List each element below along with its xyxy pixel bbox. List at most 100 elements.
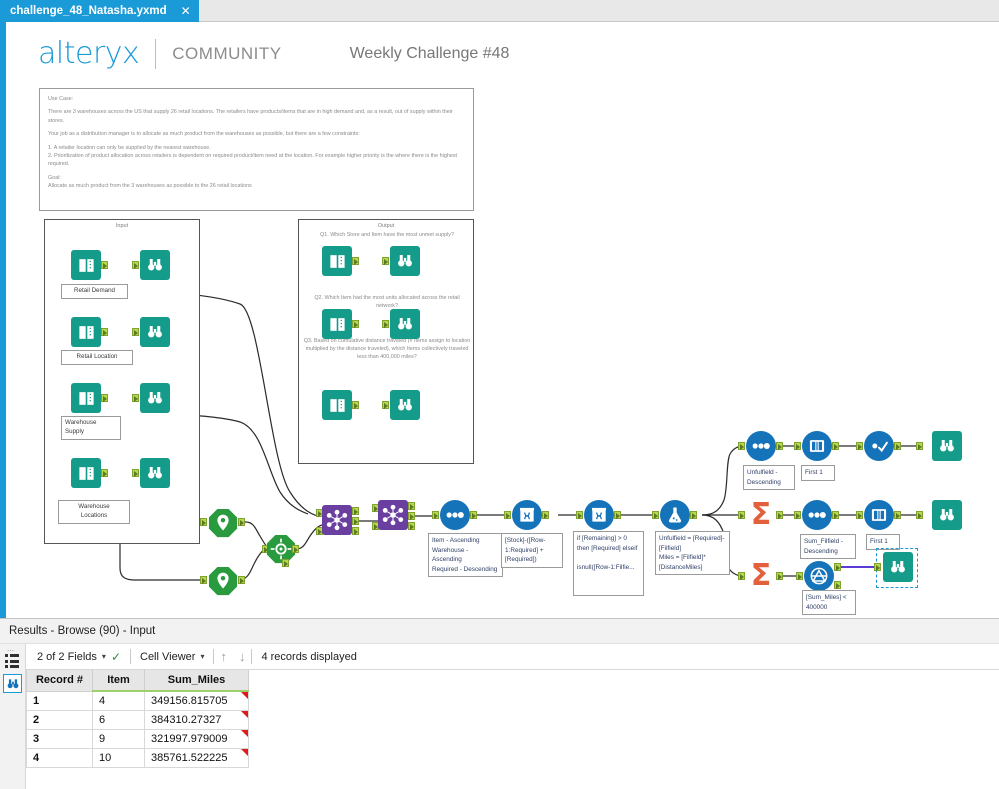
column-header-sum-miles[interactable]: Sum_Miles bbox=[145, 670, 249, 691]
tab-workflow[interactable]: challenge_48_Natasha.yxmd ✕ bbox=[0, 0, 199, 22]
output-port[interactable] bbox=[470, 511, 477, 519]
arrow-up-icon[interactable]: ↑ bbox=[214, 649, 233, 664]
sample-tool-2[interactable] bbox=[864, 500, 894, 530]
select-tool[interactable] bbox=[864, 431, 894, 461]
output-port-secondary[interactable] bbox=[282, 559, 289, 567]
input-port[interactable] bbox=[874, 563, 881, 571]
create-points-tool-1[interactable] bbox=[208, 508, 238, 543]
multi-row-formula-tool-1[interactable] bbox=[512, 500, 542, 530]
output-port[interactable] bbox=[832, 442, 839, 450]
output-input-tool-q3[interactable] bbox=[322, 390, 352, 420]
create-points-tool-2[interactable] bbox=[208, 566, 238, 601]
close-icon[interactable]: ✕ bbox=[181, 4, 191, 18]
input-port[interactable] bbox=[738, 442, 745, 450]
workflow-canvas[interactable]: alteryx COMMUNITY Weekly Challenge #48 U… bbox=[0, 22, 999, 618]
chevron-down-icon[interactable]: ▾ bbox=[200, 652, 204, 661]
output-port[interactable] bbox=[101, 394, 108, 402]
multi-row-formula-tool-2[interactable] bbox=[584, 500, 614, 530]
output-browse-tool-q3[interactable] bbox=[390, 390, 420, 420]
input-port[interactable] bbox=[132, 261, 139, 269]
output-port-left[interactable] bbox=[352, 507, 359, 515]
table-row[interactable]: 3 9 321997.979009 bbox=[27, 729, 249, 748]
output-port[interactable] bbox=[101, 328, 108, 336]
column-header-item[interactable]: Item bbox=[93, 670, 145, 691]
input-container[interactable]: Input bbox=[44, 219, 200, 544]
browse-tool-q3-result-selected[interactable] bbox=[883, 552, 913, 582]
output-input-tool-q1[interactable] bbox=[322, 246, 352, 276]
output-port[interactable] bbox=[352, 257, 359, 265]
input-port[interactable] bbox=[504, 511, 511, 519]
list-view-icon[interactable] bbox=[5, 654, 21, 668]
output-port-right[interactable] bbox=[408, 522, 415, 530]
input-port[interactable] bbox=[856, 511, 863, 519]
input-port[interactable] bbox=[382, 257, 389, 265]
sort-tool-unfulfield[interactable] bbox=[746, 431, 776, 461]
output-port-right[interactable] bbox=[352, 527, 359, 535]
sample-tool-1[interactable] bbox=[802, 431, 832, 461]
output-port[interactable] bbox=[542, 511, 549, 519]
output-port-true[interactable] bbox=[834, 563, 841, 571]
input-port[interactable] bbox=[794, 442, 801, 450]
table-row[interactable]: 4 10 385761.522225 bbox=[27, 748, 249, 767]
input-tool-retail-location[interactable] bbox=[71, 317, 101, 347]
input-port[interactable] bbox=[432, 511, 439, 519]
input-port[interactable] bbox=[856, 442, 863, 450]
input-port[interactable] bbox=[132, 328, 139, 336]
input-port[interactable] bbox=[652, 511, 659, 519]
output-port[interactable] bbox=[292, 545, 299, 553]
input-port[interactable] bbox=[200, 518, 207, 526]
output-port-false[interactable] bbox=[834, 581, 841, 589]
browse-tool-q1-result[interactable] bbox=[932, 431, 962, 461]
filter-tool[interactable] bbox=[804, 561, 834, 591]
input-port[interactable] bbox=[796, 572, 803, 580]
input-port[interactable] bbox=[132, 469, 139, 477]
browse-results-icon[interactable] bbox=[3, 674, 22, 693]
output-port[interactable] bbox=[352, 320, 359, 328]
output-port[interactable] bbox=[238, 518, 245, 526]
input-tool-warehouse-supply[interactable] bbox=[71, 383, 101, 413]
browse-tool-warehouse-supply[interactable] bbox=[140, 383, 170, 413]
table-row[interactable]: 1 4 349156.815705 bbox=[27, 691, 249, 710]
fields-selector[interactable]: 2 of 2 Fields ▾ ✓ bbox=[28, 650, 130, 664]
input-port[interactable] bbox=[132, 394, 139, 402]
browse-tool-retail-location[interactable] bbox=[140, 317, 170, 347]
input-port[interactable] bbox=[794, 511, 801, 519]
summarize-tool-2[interactable]: Σ bbox=[746, 561, 776, 591]
sort-tool-sum-filfield[interactable] bbox=[802, 500, 832, 530]
input-port[interactable] bbox=[738, 511, 745, 519]
input-tool-retail-demand[interactable] bbox=[71, 250, 101, 280]
input-port[interactable] bbox=[200, 576, 207, 584]
check-icon[interactable]: ✓ bbox=[111, 650, 121, 664]
results-table[interactable]: Record # Item Sum_Miles 1 4 349156.81570… bbox=[26, 670, 249, 768]
browse-tool-q2-result[interactable] bbox=[932, 500, 962, 530]
table-row[interactable]: 2 6 384310.27327 bbox=[27, 710, 249, 729]
browse-tool-retail-demand[interactable] bbox=[140, 250, 170, 280]
input-port[interactable] bbox=[382, 401, 389, 409]
arrow-down-icon[interactable]: ↓ bbox=[233, 649, 252, 664]
input-tool-warehouse-locations[interactable] bbox=[71, 458, 101, 488]
output-port[interactable] bbox=[894, 511, 901, 519]
output-port[interactable] bbox=[894, 442, 901, 450]
output-port[interactable] bbox=[238, 576, 245, 584]
output-port[interactable] bbox=[776, 572, 783, 580]
join-tool-2[interactable] bbox=[378, 500, 408, 530]
output-port[interactable] bbox=[690, 511, 697, 519]
output-port[interactable] bbox=[776, 442, 783, 450]
output-port-join[interactable] bbox=[352, 517, 359, 525]
input-port[interactable] bbox=[382, 320, 389, 328]
output-port[interactable] bbox=[832, 511, 839, 519]
input-port[interactable] bbox=[916, 511, 923, 519]
output-port-left[interactable] bbox=[408, 502, 415, 510]
sort-tool-main[interactable] bbox=[440, 500, 470, 530]
browse-tool-warehouse-locations[interactable] bbox=[140, 458, 170, 488]
output-port[interactable] bbox=[101, 261, 108, 269]
input-port[interactable] bbox=[738, 572, 745, 580]
input-port[interactable] bbox=[576, 511, 583, 519]
output-browse-tool-q1[interactable] bbox=[390, 246, 420, 276]
summarize-tool-1[interactable]: Σ bbox=[746, 500, 776, 530]
chevron-down-icon[interactable]: ▾ bbox=[102, 652, 106, 661]
output-port[interactable] bbox=[776, 511, 783, 519]
formula-tool[interactable] bbox=[660, 500, 690, 530]
output-browse-tool-q2[interactable] bbox=[390, 309, 420, 339]
viewer-selector[interactable]: Cell Viewer ▾ bbox=[131, 651, 213, 663]
